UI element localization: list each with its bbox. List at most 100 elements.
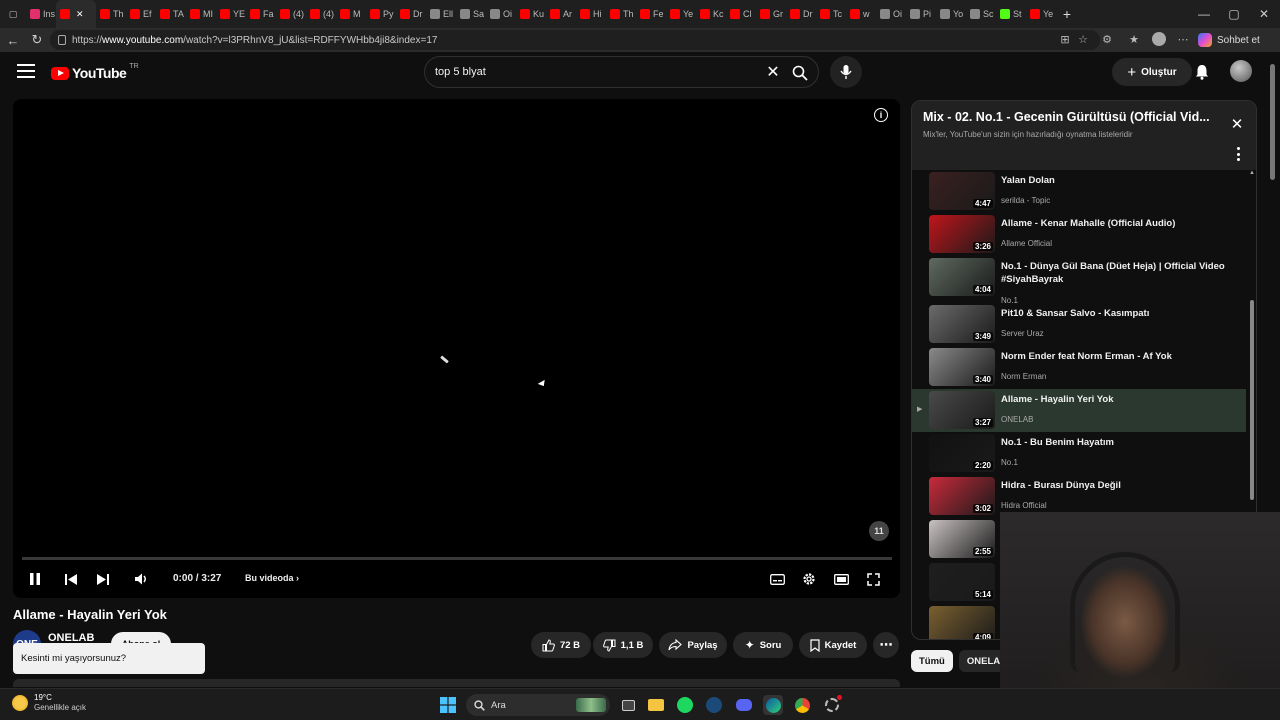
next-button[interactable]	[95, 570, 111, 588]
browser-tab[interactable]: Pi	[906, 0, 936, 28]
chapter-button[interactable]: Bu videoda ›	[245, 573, 299, 583]
edge-icon[interactable]	[763, 695, 783, 715]
browser-tab[interactable]: Ef	[126, 0, 156, 28]
reload-button[interactable]: ↻	[26, 29, 48, 51]
subtitles-icon[interactable]	[768, 570, 786, 588]
site-info-icon[interactable]	[58, 35, 66, 45]
weather-widget[interactable]: 19°C Genellikle açık	[12, 693, 86, 713]
browser-tab[interactable]: Dr	[786, 0, 816, 28]
browser-tab[interactable]: Ell	[426, 0, 456, 28]
page-scroll-thumb[interactable]	[1270, 64, 1275, 180]
previous-button[interactable]	[63, 570, 79, 588]
video-thumbnail[interactable]: 3:27	[929, 391, 995, 429]
browser-tab[interactable]: Th	[606, 0, 636, 28]
browser-tab[interactable]: Oi	[876, 0, 906, 28]
browser-tab[interactable]: Dr	[396, 0, 426, 28]
browser-tab[interactable]: (4)	[306, 0, 336, 28]
description-box[interactable]	[13, 679, 900, 687]
browser-tab[interactable]: Fe	[636, 0, 666, 28]
pause-button[interactable]	[27, 570, 43, 588]
video-thumbnail[interactable]: 4:04	[929, 258, 995, 296]
playlist-item[interactable]: 4:04 No.1 - Dünya Gül Bana (Düet Heja) | …	[912, 256, 1246, 305]
back-button[interactable]: ←	[2, 29, 24, 51]
favorites-icon[interactable]: ★	[1125, 30, 1143, 48]
browser-tab[interactable]: w	[846, 0, 876, 28]
youtube-logo[interactable]: YouTube TR	[51, 63, 139, 81]
install-app-icon[interactable]: ⊞	[1056, 30, 1074, 48]
ask-button[interactable]: ✦ Soru	[733, 632, 793, 658]
browser-tab[interactable]: Ku	[516, 0, 546, 28]
steam-icon[interactable]	[704, 695, 724, 715]
settings-app-icon[interactable]	[822, 695, 842, 715]
minimize-button[interactable]: —	[1188, 0, 1220, 28]
copilot-button[interactable]: Sohbet et	[1198, 31, 1260, 49]
info-icon[interactable]: i	[874, 108, 888, 122]
browser-tab[interactable]: (4)	[276, 0, 306, 28]
notifications-bell-icon[interactable]	[1192, 62, 1212, 82]
browser-tab[interactable]: M	[336, 0, 366, 28]
video-thumbnail[interactable]: 2:55	[929, 520, 995, 558]
video-thumbnail[interactable]: 4:09	[929, 606, 995, 639]
browser-tab[interactable]: Ye	[666, 0, 696, 28]
browser-tab[interactable]: St	[996, 0, 1026, 28]
browser-tab[interactable]: Py	[366, 0, 396, 28]
new-tab-button[interactable]: +	[1056, 0, 1078, 28]
tab-actions-button[interactable]: ▢	[0, 0, 26, 28]
playlist-scroll-thumb[interactable]	[1250, 300, 1254, 500]
survey-prompt[interactable]: Kesinti mi yaşıyorsunuz?	[13, 643, 205, 674]
spotify-icon[interactable]	[675, 695, 695, 715]
chrome-icon[interactable]	[792, 695, 812, 715]
browser-tab[interactable]: ✕	[56, 0, 96, 28]
channel-watermark[interactable]: 11	[869, 521, 889, 541]
save-button[interactable]: Kaydet	[799, 632, 867, 658]
video-thumbnail[interactable]: 5:14	[929, 563, 995, 601]
file-explorer-icon[interactable]	[646, 695, 666, 715]
browser-tab[interactable]: Sc	[966, 0, 996, 28]
search-icon[interactable]	[787, 62, 813, 84]
browser-tab[interactable]: Fa	[246, 0, 276, 28]
browser-tab[interactable]: Ye	[1026, 0, 1056, 28]
browser-tab[interactable]: Th	[96, 0, 126, 28]
playlist-item[interactable]: ▶ 3:27 Allame - Hayalin Yeri Yok ONELAB	[912, 389, 1246, 432]
close-tab-icon[interactable]: ✕	[76, 9, 84, 20]
favorite-star-icon[interactable]: ☆	[1074, 30, 1092, 48]
playlist-item[interactable]: 3:40 Norm Ender feat Norm Erman - Af Yok N…	[912, 346, 1246, 389]
like-button[interactable]: 72 B	[531, 632, 591, 658]
browser-tab[interactable]: Gr	[756, 0, 786, 28]
playlist-title[interactable]: Mix - 02. No.1 - Gecenin Gürültüsü (Offi…	[923, 110, 1223, 124]
browser-tab[interactable]: Hi	[576, 0, 606, 28]
browser-tab[interactable]: Oi	[486, 0, 516, 28]
create-button[interactable]: + Oluştur	[1112, 58, 1192, 86]
menu-icon[interactable]	[17, 64, 35, 80]
browser-tab[interactable]: MI	[186, 0, 216, 28]
share-button[interactable]: Paylaş	[659, 632, 727, 658]
browser-tab[interactable]: Kc	[696, 0, 726, 28]
profile-icon[interactable]	[1150, 30, 1168, 48]
extensions-icon[interactable]: ⚙	[1098, 30, 1116, 48]
browser-tab[interactable]: Yo	[936, 0, 966, 28]
browser-tab[interactable]: TA	[156, 0, 186, 28]
video-player[interactable]: i 11 0:00 / 3:27 Bu videoda ›	[13, 99, 900, 598]
start-windows-icon[interactable]	[438, 695, 458, 715]
video-thumbnail[interactable]: 3:49	[929, 305, 995, 343]
close-playlist-icon[interactable]: ✕	[1228, 115, 1246, 133]
browser-tab[interactable]: Ar	[546, 0, 576, 28]
url-field[interactable]: https://www.youtube.com/watch?v=l3PRhnV8…	[50, 30, 1100, 50]
more-actions-button[interactable]: ⋯	[873, 632, 899, 658]
browser-tab[interactable]: Ins	[26, 0, 56, 28]
theater-mode-icon[interactable]	[832, 570, 850, 588]
close-window-button[interactable]: ✕	[1248, 0, 1280, 28]
fullscreen-icon[interactable]	[864, 570, 882, 588]
maximize-button[interactable]: ▢	[1218, 0, 1250, 28]
browser-tab[interactable]: YE	[216, 0, 246, 28]
browser-tab[interactable]: Cl	[726, 0, 756, 28]
playlist-item[interactable]: 4:47 Yalan Dolan serilda - Topic	[912, 170, 1246, 213]
video-thumbnail[interactable]: 3:02	[929, 477, 995, 515]
video-thumbnail[interactable]: 3:26	[929, 215, 995, 253]
scroll-up-icon[interactable]: ▲	[1249, 170, 1255, 176]
browser-tab[interactable]: Sa	[456, 0, 486, 28]
clear-search-icon[interactable]: ✕	[763, 62, 783, 82]
video-thumbnail[interactable]: 3:40	[929, 348, 995, 386]
settings-gear-icon[interactable]	[800, 570, 818, 588]
filter-chip[interactable]: Tümü	[911, 650, 953, 672]
